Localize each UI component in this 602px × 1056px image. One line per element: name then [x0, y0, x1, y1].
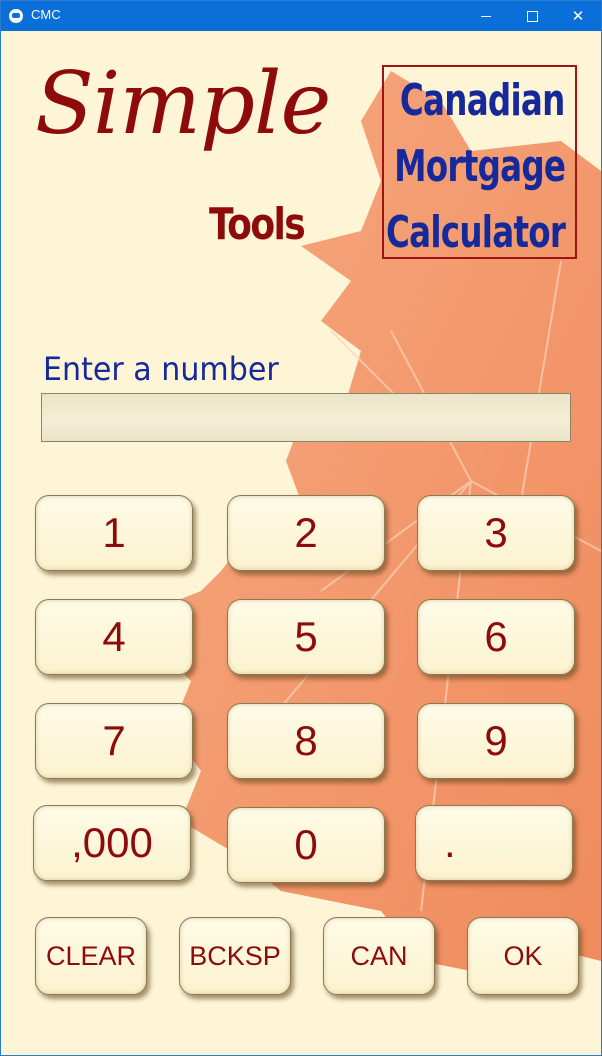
number-input[interactable] — [41, 393, 571, 442]
key-5[interactable]: 5 — [227, 599, 385, 675]
title-bar: CMC ✕ — [1, 1, 601, 31]
window-title: CMC — [31, 7, 61, 22]
cmc-line-mortgage: Mortgage — [393, 141, 566, 192]
key-9[interactable]: 9 — [417, 703, 575, 779]
simple-logo-text: Simple — [35, 54, 331, 154]
minimize-button[interactable] — [463, 1, 509, 31]
app-icon — [9, 9, 23, 23]
key-decimal[interactable]: . — [415, 805, 573, 881]
maximize-icon — [526, 10, 538, 22]
key-1[interactable]: 1 — [35, 495, 193, 571]
key-6[interactable]: 6 — [417, 599, 575, 675]
cmc-title-box: Canadian Mortgage Calculator — [382, 65, 577, 259]
app-window: CMC ✕ Simple Tools Canadian Mortgage Cal… — [0, 0, 602, 1056]
prompt-label: Enter a number — [43, 350, 279, 388]
content-area: Simple Tools Canadian Mortgage Calculato… — [1, 31, 601, 1055]
cancel-button[interactable]: CAN — [323, 917, 435, 995]
close-icon: ✕ — [571, 7, 585, 25]
key-4[interactable]: 4 — [35, 599, 193, 675]
backspace-button[interactable]: BCKSP — [179, 917, 291, 995]
maximize-button[interactable] — [509, 1, 555, 31]
cmc-line-calculator: Calculator — [385, 207, 566, 258]
key-thousands[interactable]: ,000 — [33, 805, 191, 881]
cmc-line-canadian: Canadian — [400, 75, 565, 126]
clear-button[interactable]: CLEAR — [35, 917, 147, 995]
key-7[interactable]: 7 — [35, 703, 193, 779]
key-3[interactable]: 3 — [417, 495, 575, 571]
tools-logo-text: Tools — [209, 199, 306, 250]
minimize-icon — [481, 15, 491, 17]
key-0[interactable]: 0 — [227, 807, 385, 883]
key-8[interactable]: 8 — [227, 703, 385, 779]
close-button[interactable]: ✕ — [555, 1, 601, 31]
ok-button[interactable]: OK — [467, 917, 579, 995]
key-2[interactable]: 2 — [227, 495, 385, 571]
